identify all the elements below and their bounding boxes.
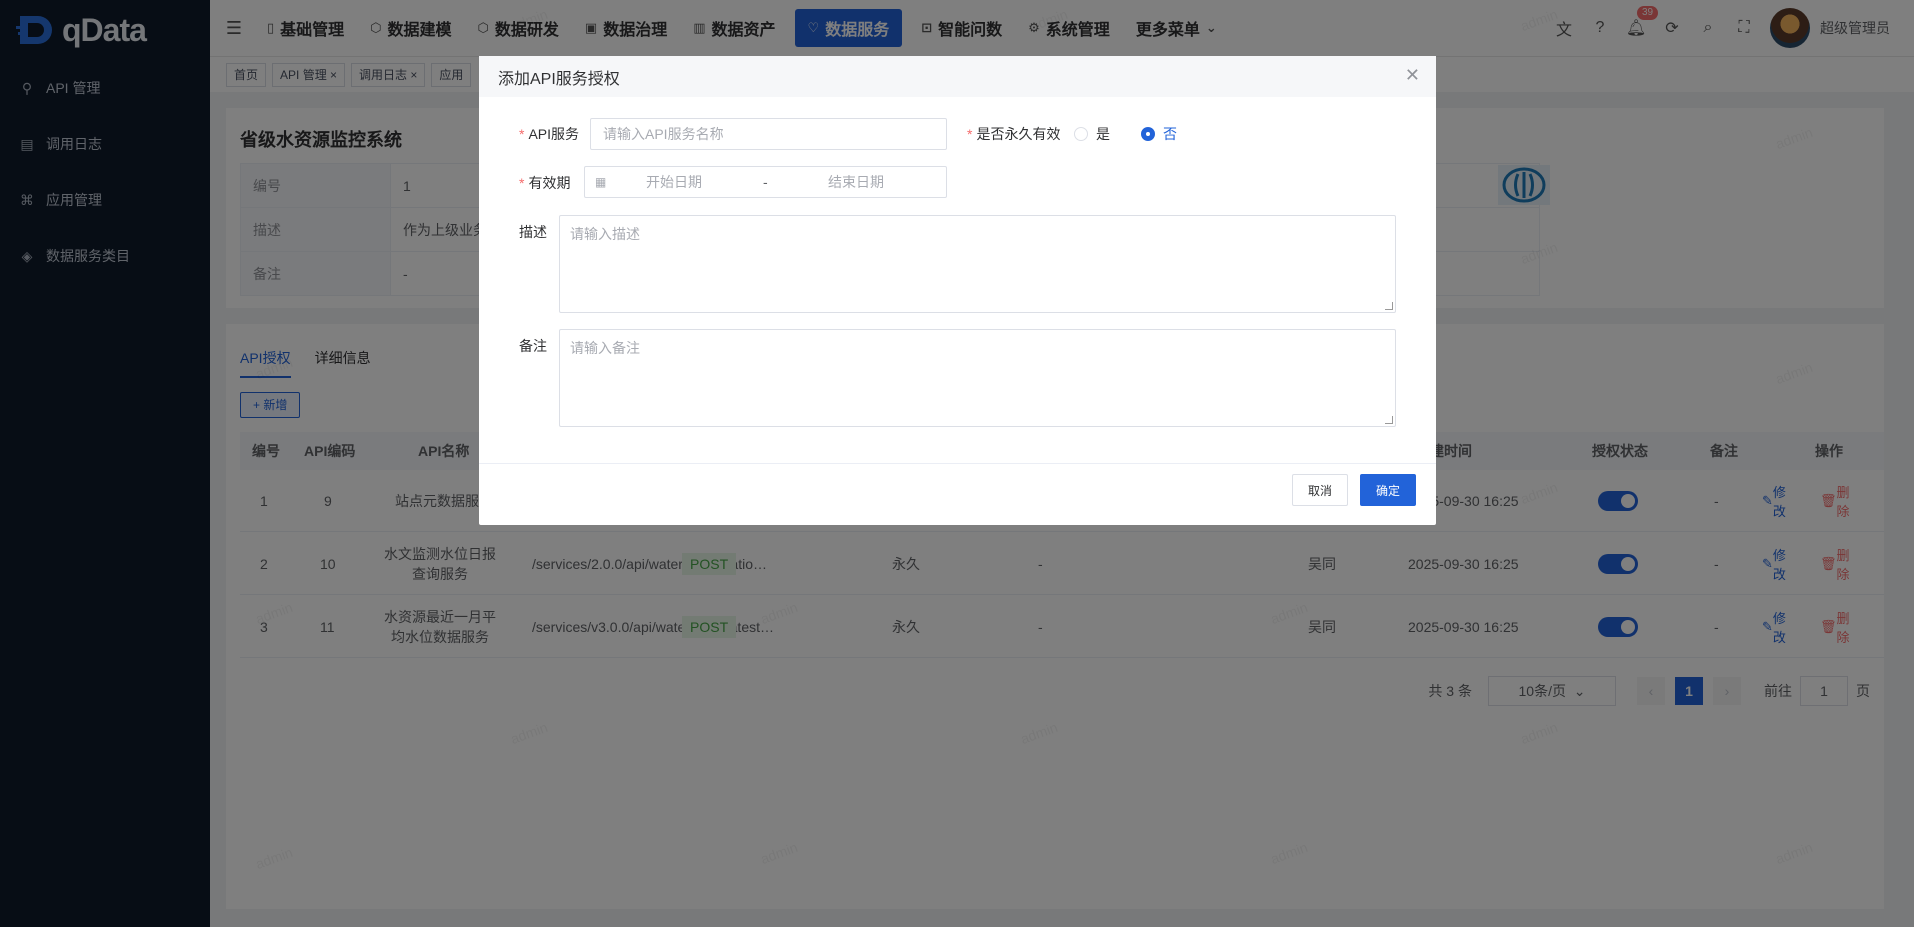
range-separator: -: [763, 174, 768, 190]
close-icon[interactable]: ✕: [1405, 65, 1420, 86]
remark-textarea[interactable]: 请输入备注: [559, 329, 1396, 427]
remark-label: 备注: [519, 338, 547, 354]
api-service-label: * API服务: [519, 126, 580, 142]
validity-range-picker[interactable]: ▦ 开始日期 - 结束日期: [584, 166, 947, 198]
radio-icon: [1074, 127, 1088, 141]
permanent-no-radio[interactable]: 否: [1141, 124, 1177, 144]
cancel-button[interactable]: 取消: [1292, 474, 1348, 506]
dialog-footer: 取消 确定: [479, 463, 1436, 525]
permanent-label: * 是否永久有效: [967, 126, 1061, 142]
dialog-header: 添加API服务授权: [479, 56, 1436, 97]
end-date-input[interactable]: 结束日期: [828, 172, 884, 192]
dialog-title: 添加API服务授权: [498, 70, 620, 88]
api-service-input[interactable]: 请输入API服务名称: [590, 118, 947, 150]
desc-label: 描述: [519, 224, 547, 240]
resize-handle-icon[interactable]: [1385, 302, 1393, 310]
confirm-button[interactable]: 确定: [1360, 474, 1416, 506]
calendar-icon: ▦: [595, 175, 607, 189]
add-auth-dialog: 添加API服务授权 ✕ * API服务 请输入API服务名称 * 是否永久有效 是 …: [479, 56, 1436, 525]
desc-textarea[interactable]: 请输入描述: [559, 215, 1396, 313]
radio-checked-icon: [1141, 127, 1155, 141]
permanent-yes-radio[interactable]: 是: [1074, 124, 1110, 144]
start-date-input[interactable]: 开始日期: [646, 172, 702, 192]
resize-handle-icon[interactable]: [1385, 416, 1393, 424]
validity-label: * 有效期: [519, 175, 571, 191]
